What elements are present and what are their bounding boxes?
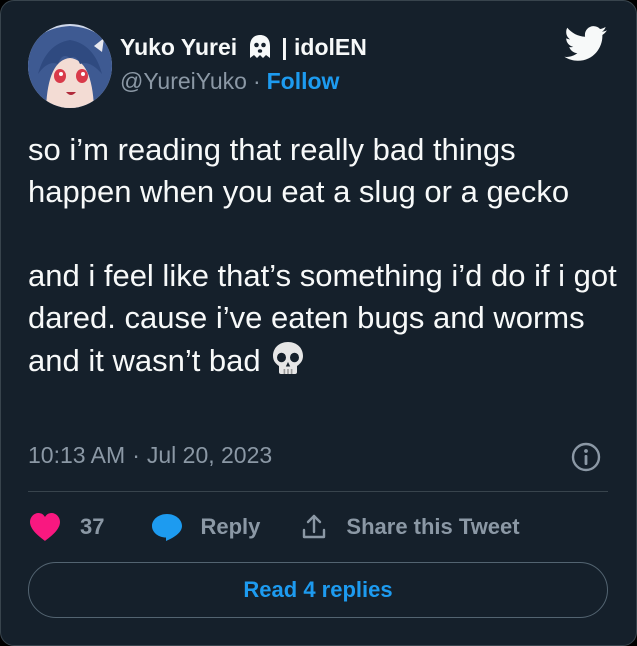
divider [28,491,608,492]
display-name-suffix: | idolEN [281,33,367,60]
twitter-bird-icon[interactable] [564,26,608,62]
tweet-timestamp[interactable]: 10:13 AM · Jul 20, 2023 [28,438,272,472]
ghost-icon [245,32,275,62]
timestamp-separator: · [132,441,140,468]
like-count: 37 [80,514,105,539]
tweet-paragraph: and i feel like that’s something i’d do … [28,255,618,382]
share-label: Share this Tweet [346,514,520,539]
read-replies-button[interactable]: Read 4 replies [28,562,608,618]
author-name-row[interactable]: Yuko Yurei | idolEN [120,30,367,64]
reply-label: Reply [200,514,261,539]
reply-bubble-icon [150,512,184,542]
avatar-image [28,24,112,108]
tweet-paragraph: so i’m reading that really bad things ha… [28,132,570,209]
display-name[interactable]: Yuko Yurei [120,34,237,61]
share-icon [300,513,328,541]
handle-row: @YureiYuko · Follow [120,65,339,97]
reply-button[interactable]: Reply [150,512,260,542]
user-handle[interactable]: @YureiYuko [120,68,247,95]
tweet-time: 10:13 AM [28,441,126,468]
tweet-paragraph-text: and i feel like that’s something i’d do … [28,258,617,378]
tweet-text: so i’m reading that really bad things ha… [28,129,618,382]
tweet-date: Jul 20, 2023 [146,441,273,468]
skull-icon [269,339,307,377]
tweet-card: Yuko Yurei | idolEN @YureiYuko · Follow … [0,0,637,646]
action-bar: 37 Reply Share this Tweet [28,507,520,547]
heart-icon [28,512,62,542]
share-button[interactable]: Share this Tweet [300,513,520,541]
follow-link[interactable]: Follow [267,68,340,95]
like-button[interactable]: 37 [28,512,104,542]
info-icon[interactable] [570,441,602,473]
avatar[interactable] [28,24,112,108]
handle-separator: · [252,67,261,94]
